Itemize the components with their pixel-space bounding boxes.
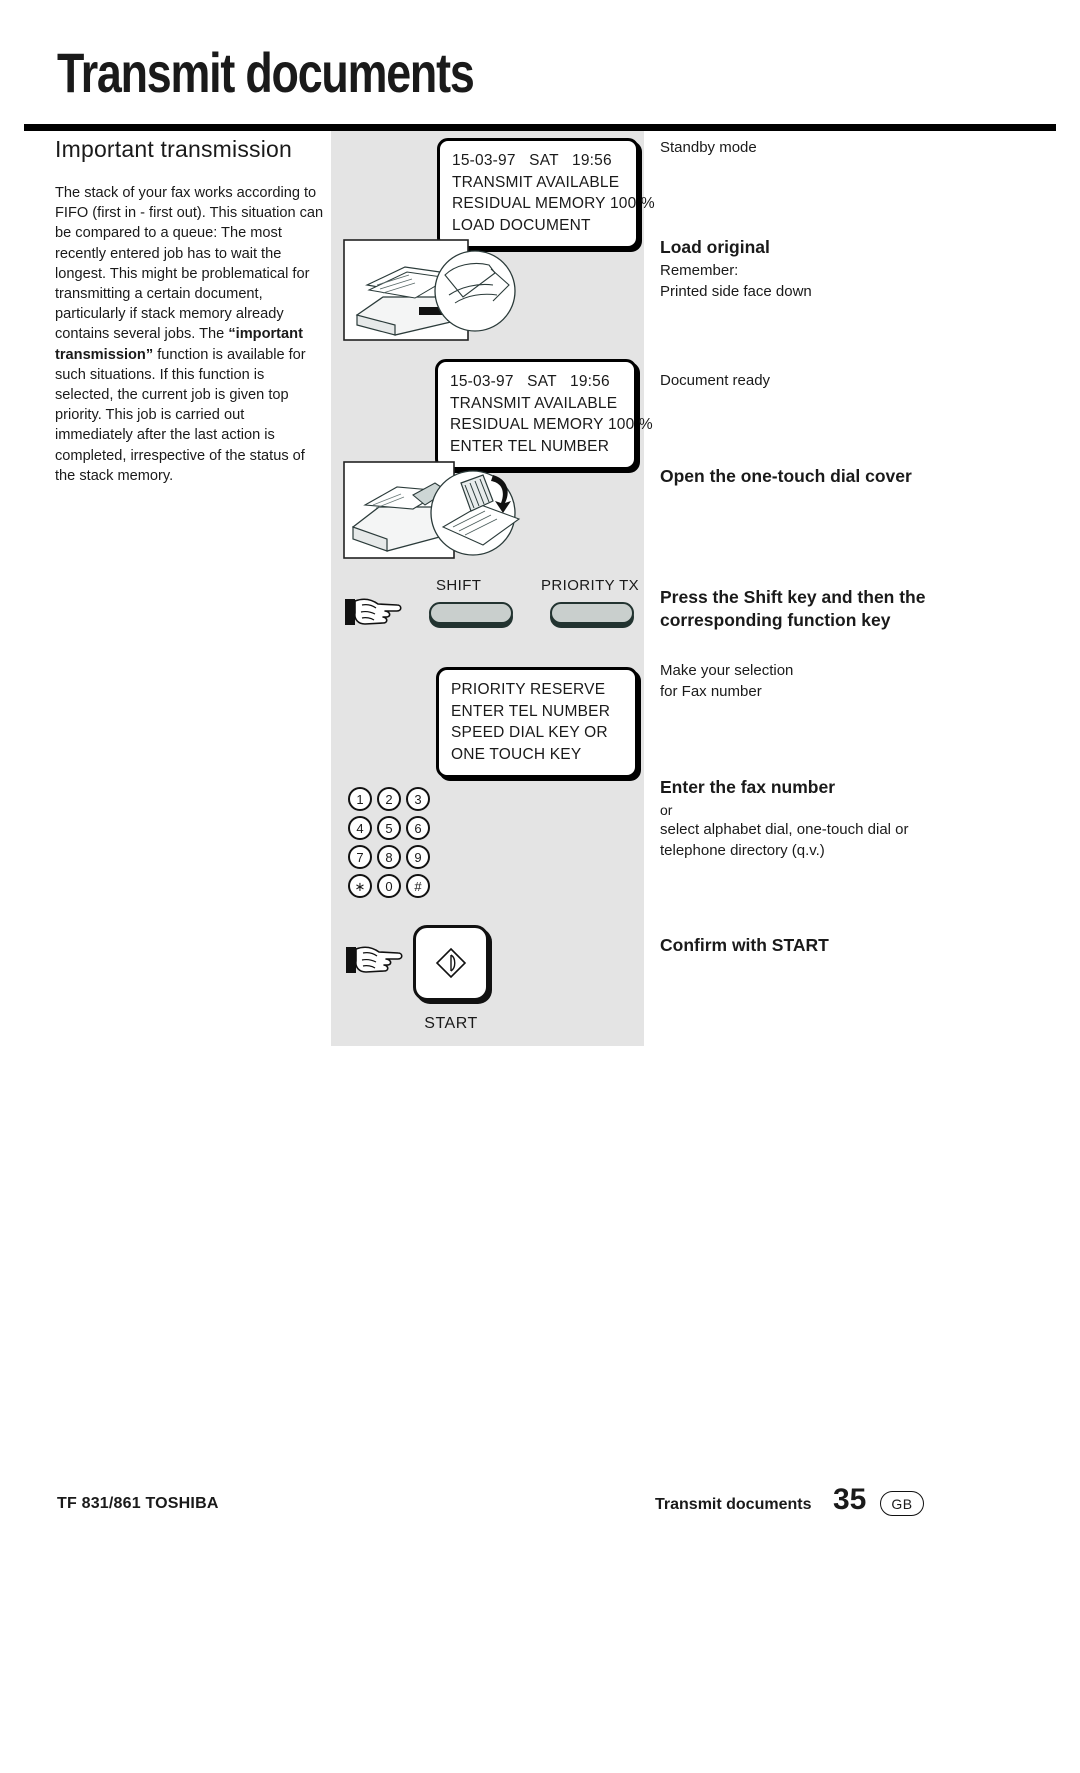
keypad-key-7[interactable]: 7 bbox=[348, 845, 372, 869]
lcd-display-standby: 15-03-97 SAT 19:56 TRANSMIT AVAILABLE RE… bbox=[437, 138, 655, 249]
step-load-original-heading: Load original bbox=[660, 237, 770, 257]
hand-pointer-glyph-2 bbox=[346, 946, 403, 973]
step-make-selection-line1: Make your selection bbox=[660, 662, 794, 679]
keypad-key-5[interactable]: 5 bbox=[377, 816, 401, 840]
lcd-line: RESIDUAL MEMORY 100 % bbox=[450, 416, 653, 433]
lcd-line: LOAD DOCUMENT bbox=[452, 216, 591, 234]
load-original-drawing bbox=[343, 239, 516, 341]
start-key-label: START bbox=[424, 1015, 478, 1032]
step-press-shift: Press the Shift key and then the corresp… bbox=[660, 586, 990, 634]
left-column: Important transmission The stack of your… bbox=[55, 136, 325, 486]
illustration-panel: 15-03-97 SAT 19:56 TRANSMIT AVAILABLE RE… bbox=[331, 131, 655, 1046]
footer-section: Transmit documents bbox=[655, 1496, 812, 1513]
paragraph-part-2: function is available for such situation… bbox=[55, 346, 306, 484]
step-enter-fax-number-line1: or bbox=[660, 802, 673, 818]
keypad-key-4[interactable]: 4 bbox=[348, 816, 372, 840]
illustration-load-original bbox=[343, 239, 529, 348]
hand-pointer-glyph bbox=[345, 598, 402, 625]
numeric-keypad[interactable]: 1 2 3 4 5 6 7 8 9 ∗ 0 # bbox=[348, 787, 430, 903]
shift-key-label: SHIFT bbox=[436, 577, 482, 594]
lcd-display-priority-reserve: PRIORITY RESERVE ENTER TEL NUMBER SPEED … bbox=[436, 667, 638, 778]
footer-region-badge: GB bbox=[880, 1491, 924, 1516]
page-footer: TF 831/861 TOSHIBA Transmit documents 35… bbox=[0, 1483, 1080, 1537]
pointing-hand-icon bbox=[345, 595, 405, 634]
lcd-line: ENTER TEL NUMBER bbox=[451, 702, 611, 720]
keypad-key-8[interactable]: 8 bbox=[377, 845, 401, 869]
step-enter-fax-number-heading: Enter the fax number bbox=[660, 777, 836, 797]
step-make-selection: Make your selection for Fax number bbox=[660, 661, 990, 702]
step-confirm-start-heading: Confirm with START bbox=[660, 935, 829, 955]
footer-model: TF 831/861 TOSHIBA bbox=[57, 1495, 219, 1512]
section-heading: Important transmission bbox=[55, 136, 293, 162]
step-make-selection-line2: for Fax number bbox=[660, 682, 762, 700]
open-cover-drawing bbox=[343, 461, 521, 559]
footer-page-number: 35 bbox=[833, 1483, 867, 1516]
step-open-cover: Open the one-touch dial cover bbox=[660, 465, 990, 490]
lcd-line: TRANSMIT AVAILABLE bbox=[452, 173, 620, 191]
keypad-key-1[interactable]: 1 bbox=[348, 787, 372, 811]
lcd-line: 15-03-97 SAT 19:56 bbox=[452, 152, 612, 169]
keypad-key-0[interactable]: 0 bbox=[377, 874, 401, 898]
step-enter-fax-number-line3: telephone directory (q.v.) bbox=[660, 841, 825, 859]
keypad-key-hash[interactable]: # bbox=[406, 874, 430, 898]
keypad-row: ∗ 0 # bbox=[348, 874, 430, 898]
step-enter-fax-number: Enter the fax number or select alphabet … bbox=[660, 776, 990, 861]
title-divider bbox=[24, 124, 1056, 131]
step-document-ready-text: Document ready bbox=[660, 372, 771, 389]
priority-tx-key-label: PRIORITY TX bbox=[541, 577, 640, 594]
step-open-cover-heading: Open the one-touch dial cover bbox=[660, 466, 912, 486]
start-button[interactable] bbox=[413, 925, 489, 1001]
keypad-row: 4 5 6 bbox=[348, 816, 430, 840]
step-load-original-line1: Remember: bbox=[660, 262, 739, 279]
lcd-line: 15-03-97 SAT 19:56 bbox=[450, 373, 610, 390]
lcd-line: PRIORITY RESERVE bbox=[451, 681, 606, 698]
step-load-original-line2: Printed side face down bbox=[660, 282, 812, 300]
step-enter-fax-number-line2: select alphabet dial, one-touch dial or bbox=[660, 821, 909, 838]
illustration-open-cover bbox=[343, 461, 529, 566]
lcd-line: RESIDUAL MEMORY 100 % bbox=[452, 195, 655, 212]
step-confirm-start: Confirm with START bbox=[660, 934, 990, 959]
keypad-key-star[interactable]: ∗ bbox=[348, 874, 372, 898]
pointing-hand-icon-start bbox=[346, 943, 406, 982]
step-standby-text: Standby mode bbox=[660, 139, 757, 156]
start-diamond-icon bbox=[435, 947, 467, 979]
lcd-line: SPEED DIAL KEY OR bbox=[451, 724, 608, 741]
step-standby-mode: Standby mode bbox=[660, 138, 990, 159]
step-load-original: Load original Remember: Printed side fac… bbox=[660, 236, 990, 302]
keypad-row: 7 8 9 bbox=[348, 845, 430, 869]
keypad-row: 1 2 3 bbox=[348, 787, 430, 811]
intro-paragraph: The stack of your fax works according to… bbox=[55, 183, 325, 486]
step-document-ready: Document ready bbox=[660, 371, 990, 392]
keypad-key-2[interactable]: 2 bbox=[377, 787, 401, 811]
lcd-display-enter-tel: 15-03-97 SAT 19:56 TRANSMIT AVAILABLE RE… bbox=[435, 359, 653, 470]
keypad-key-3[interactable]: 3 bbox=[406, 787, 430, 811]
keypad-key-9[interactable]: 9 bbox=[406, 845, 430, 869]
lcd-line: ONE TOUCH KEY bbox=[451, 745, 582, 763]
priority-tx-key[interactable] bbox=[550, 602, 634, 624]
step-press-shift-heading: Press the Shift key and then the corresp… bbox=[660, 587, 926, 630]
paragraph-part-1: The stack of your fax works according to… bbox=[55, 185, 324, 343]
lcd-line: ENTER TEL NUMBER bbox=[450, 437, 610, 455]
lcd-line: TRANSMIT AVAILABLE bbox=[450, 394, 618, 412]
shift-key[interactable] bbox=[429, 602, 513, 624]
page-title: Transmit documents bbox=[57, 41, 475, 104]
keypad-key-6[interactable]: 6 bbox=[406, 816, 430, 840]
